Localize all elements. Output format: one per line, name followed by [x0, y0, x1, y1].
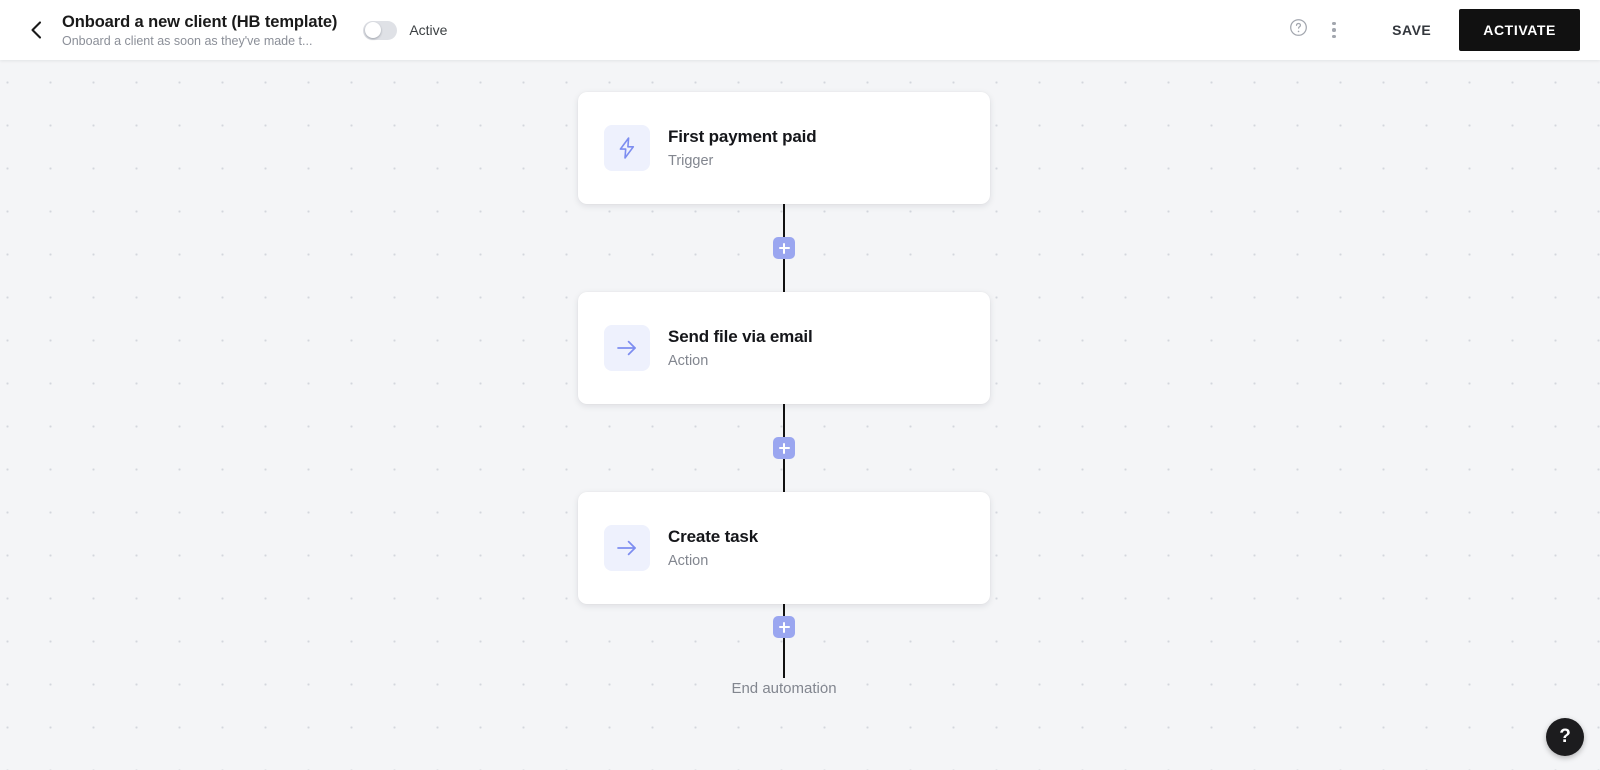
active-toggle[interactable]	[363, 20, 398, 40]
automation-builder-app: Onboard a new client (HB template) Onboa…	[0, 0, 1600, 770]
flow-node-trigger[interactable]: First payment paid Trigger	[578, 92, 990, 204]
flow-node-text: First payment paid Trigger	[668, 126, 817, 171]
toggle-knob	[364, 22, 381, 38]
flow-node-action-create-task[interactable]: Create task Action	[578, 492, 990, 604]
end-automation-label: End automation	[731, 680, 837, 697]
automation-title-block: Onboard a new client (HB template) Onboa…	[62, 12, 337, 49]
flow-connector	[578, 404, 990, 492]
help-fab-button[interactable]: ?	[1546, 718, 1584, 756]
flow-node-title: First payment paid	[668, 126, 817, 146]
flow-node-subtitle: Action	[668, 352, 709, 369]
arrow-right-icon	[604, 325, 650, 371]
flow-node-subtitle: Trigger	[668, 152, 714, 169]
more-vertical-icon	[1332, 21, 1336, 39]
flow-canvas[interactable]: First payment paid Trigger Send file via…	[0, 60, 1600, 770]
flow-node-text: Create task Action	[668, 526, 758, 571]
flow-node-title: Create task	[668, 526, 759, 546]
flow-top-spacer	[784, 60, 785, 92]
flow-node-subtitle: Action	[668, 552, 709, 569]
active-toggle-label: Active	[409, 22, 448, 38]
flow-node-title: Send file via email	[668, 326, 813, 346]
add-step-button[interactable]	[773, 437, 795, 459]
active-toggle-group[interactable]: Active	[363, 20, 448, 40]
arrow-right-icon	[604, 525, 650, 571]
flow-node-action-send-file[interactable]: Send file via email Action	[578, 292, 990, 404]
question-circle-icon	[1289, 18, 1308, 42]
overflow-menu-button[interactable]	[1316, 12, 1352, 48]
page-subtitle: Onboard a client as soon as they've made…	[62, 33, 313, 48]
flow-node-text: Send file via email Action	[668, 326, 813, 371]
flow-tail: End automation	[578, 604, 990, 697]
lightning-bolt-icon	[604, 125, 650, 171]
app-header: Onboard a new client (HB template) Onboa…	[0, 0, 1600, 60]
chevron-left-icon	[29, 20, 43, 40]
back-button[interactable]	[14, 0, 58, 60]
page-title: Onboard a new client (HB template)	[62, 12, 338, 31]
save-button[interactable]: SAVE	[1374, 12, 1449, 48]
automation-flow: First payment paid Trigger Send file via…	[578, 60, 990, 697]
header-actions: SAVE ACTIVATE	[1280, 9, 1580, 51]
activate-button[interactable]: ACTIVATE	[1459, 9, 1580, 51]
add-step-button[interactable]	[773, 237, 795, 259]
add-step-button[interactable]	[773, 616, 795, 638]
flow-connector	[578, 204, 990, 292]
help-button[interactable]	[1280, 12, 1316, 48]
